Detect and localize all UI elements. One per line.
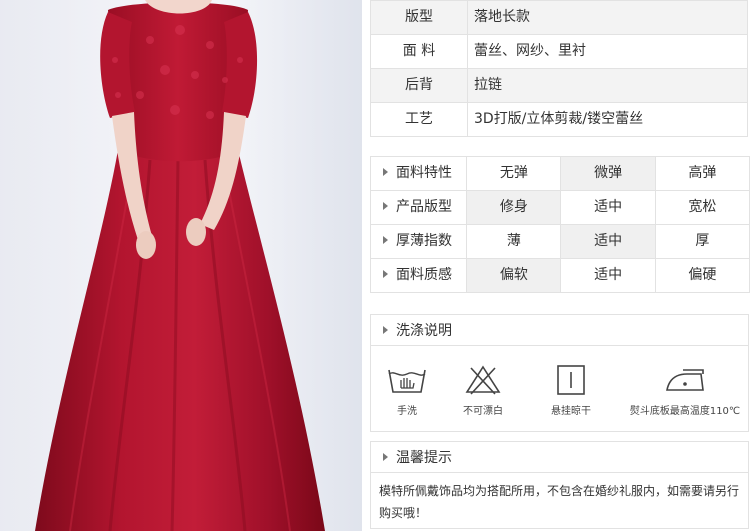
spec-label: 工艺 [370,103,468,136]
attribute-row: 面料特性 无弹 微弹 高弹 [371,157,750,191]
attribute-label-text: 厚薄指数 [396,233,452,249]
wash-item-label: 悬挂晾干 [551,406,591,417]
attribute-label-text: 面料质感 [396,267,452,283]
spec-value: 蕾丝、网纱、里衬 [468,35,748,68]
attribute-label-text: 面料特性 [396,165,452,181]
attribute-option: 偏硬 [656,259,750,292]
product-photo [0,0,362,531]
attribute-label: 厚薄指数 [371,225,468,258]
wash-item-iron: 熨斗底板最高温度110℃ [623,364,747,417]
spec-row: 面 料 蕾丝、网纱、里衬 [370,35,748,69]
tips-title: 温馨提示 [396,450,452,466]
wash-item-hang-dry: 悬挂晾干 [541,364,601,417]
spec-value: 落地长款 [468,1,748,34]
wash-item-label: 熨斗底板最高温度110℃ [629,406,741,417]
wash-item-hand-wash: 手洗 [377,364,437,417]
attribute-grid: 面料特性 无弹 微弹 高弹 产品版型 修身 适中 宽松 厚薄指数 薄 适中 厚 … [370,156,750,293]
spec-table: 版型 落地长款 面 料 蕾丝、网纱、里衬 后背 拉链 工艺 3D打版/立体剪裁/… [370,0,748,137]
attribute-option: 宽松 [656,191,750,224]
wash-title: 洗涤说明 [396,323,452,339]
wash-item-no-bleach: 不可漂白 [453,364,513,417]
tips-panel: 模特所佩戴饰品均为搭配所用，不包含在婚纱礼服内，如需要请另行购买哦！ [370,473,749,529]
attribute-row: 产品版型 修身 适中 宽松 [371,191,750,225]
attribute-option: 厚 [656,225,750,258]
attribute-option-selected: 修身 [467,191,562,224]
triangle-icon [383,326,388,334]
wash-instructions-panel: 手洗 不可漂白 悬挂晾干 熨斗底板最高温度110℃ [370,346,749,432]
attribute-label: 面料特性 [371,157,468,190]
tips-header: 温馨提示 [370,441,749,473]
wash-instructions-header: 洗涤说明 [370,314,749,346]
hand-wash-icon [388,369,426,393]
spec-label: 面 料 [370,35,468,68]
triangle-icon [383,168,388,176]
tips-text: 模特所佩戴饰品均为搭配所用，不包含在婚纱礼服内，如需要请另行购买哦！ [379,484,740,520]
attribute-label-text: 产品版型 [396,199,452,215]
spec-row: 工艺 3D打版/立体剪裁/镂空蕾丝 [370,103,748,137]
attribute-option: 高弹 [656,157,750,190]
attribute-option-selected: 微弹 [561,157,656,190]
attribute-option-selected: 偏软 [467,259,562,292]
spec-row: 版型 落地长款 [370,1,748,35]
wash-item-label: 不可漂白 [463,406,503,417]
attribute-row: 厚薄指数 薄 适中 厚 [371,225,750,259]
triangle-icon [383,202,388,210]
attribute-row: 面料质感 偏软 适中 偏硬 [371,259,750,293]
attribute-label: 产品版型 [371,191,468,224]
hang-dry-icon [557,365,585,395]
spec-label: 版型 [370,1,468,34]
spec-label: 后背 [370,69,468,102]
no-bleach-icon [465,365,501,395]
triangle-icon [383,236,388,244]
triangle-icon [383,453,388,461]
attribute-option: 适中 [561,259,656,292]
spec-value: 拉链 [468,69,748,102]
attribute-option: 薄 [467,225,562,258]
attribute-label: 面料质感 [371,259,468,292]
spec-value: 3D打版/立体剪裁/镂空蕾丝 [468,103,748,136]
triangle-icon [383,270,388,278]
wash-item-label: 手洗 [397,406,417,417]
attribute-option: 适中 [561,191,656,224]
attribute-option-selected: 适中 [561,225,656,258]
attribute-option: 无弹 [467,157,562,190]
iron-icon [666,369,704,391]
dress-illustration [35,0,325,531]
spec-row: 后背 拉链 [370,69,748,103]
